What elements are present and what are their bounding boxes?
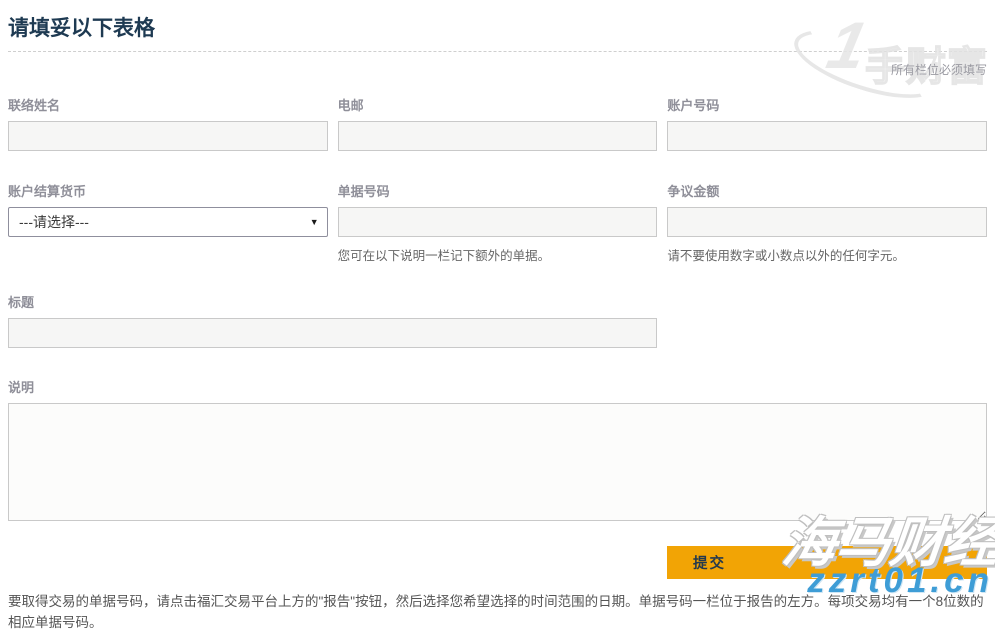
field-ticket-number: 单据号码 您可在以下说明一栏记下额外的单据。 [338,181,658,264]
ticket-number-input[interactable] [338,207,658,237]
form-row-2: 账户结算货币 ---请选择--- ▼ 单据号码 您可在以下说明一栏记下额外的单据… [8,181,987,264]
ticket-number-label: 单据号码 [338,181,658,200]
currency-select[interactable]: ---请选择--- [8,207,328,237]
description-textarea[interactable] [8,403,987,521]
currency-label: 账户结算货币 [8,181,328,200]
footer-instructions: 要取得交易的单据号码，请点击福汇交易平台上方的"报告"按钮，然后选择您希望选择的… [8,592,987,634]
field-email: 电邮 [338,95,658,151]
field-subject: 标题 [8,292,657,348]
form-page: 请填妥以下表格 所有栏位必须填写 联络姓名 电邮 账户号码 账户结算货币 ---… [0,12,995,634]
email-input[interactable] [338,121,658,151]
account-number-input[interactable] [667,121,987,151]
account-number-label: 账户号码 [667,95,987,114]
contact-name-input[interactable] [8,121,328,151]
dashed-divider [8,51,987,52]
ticket-number-hint: 您可在以下说明一栏记下额外的单据。 [338,245,658,264]
field-dispute-amount: 争议金额 请不要使用数字或小数点以外的任何字元。 [667,181,987,264]
subject-label: 标题 [8,292,657,311]
email-label: 电邮 [338,95,658,114]
description-label: 说明 [8,377,987,396]
dispute-amount-hint: 请不要使用数字或小数点以外的任何字元。 [667,245,987,264]
page-title: 请填妥以下表格 [8,12,987,42]
form-row-4: 说明 [8,377,987,526]
required-fields-note: 所有栏位必须填写 [8,61,987,78]
field-account-number: 账户号码 [667,95,987,151]
dispute-amount-label: 争议金额 [667,181,987,200]
subject-input[interactable] [8,318,657,348]
dispute-amount-input[interactable] [667,207,987,237]
submit-button[interactable]: 提交 [667,546,987,579]
submit-row: 提交 [8,546,987,579]
field-currency: 账户结算货币 ---请选择--- ▼ [8,181,328,264]
form-row-1: 联络姓名 电邮 账户号码 [8,95,987,151]
field-contact-name: 联络姓名 [8,95,328,151]
form-row-3: 标题 [8,292,987,348]
contact-name-label: 联络姓名 [8,95,328,114]
